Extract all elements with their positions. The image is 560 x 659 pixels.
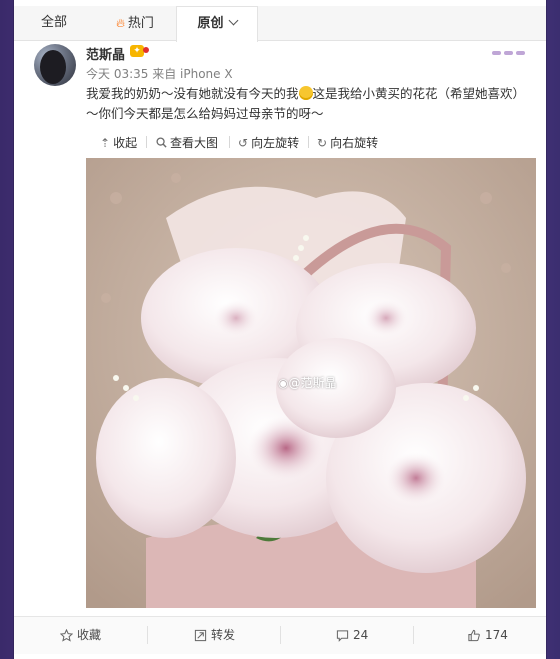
- thumbs-up-icon: [468, 629, 480, 642]
- filter-tabs: 全部 🔥︎ 热门 原创: [14, 6, 546, 42]
- like-button[interactable]: 174: [467, 617, 508, 654]
- repost-button[interactable]: 转发: [194, 617, 235, 654]
- collapse-arrow-icon: ⇡: [100, 136, 111, 150]
- post-meta: 今天 03:35 来自 iPhone X: [86, 67, 233, 81]
- tab-all[interactable]: 全部: [26, 6, 82, 40]
- tab-hot[interactable]: 🔥︎ 热门: [100, 6, 170, 40]
- star-icon: [60, 629, 73, 642]
- weibo-feed-card: 全部 🔥︎ 热门 原创 范斯晶 ✦ 今天 03:35 来自 iPhone X 我爱…: [14, 0, 546, 659]
- comment-icon: [336, 630, 349, 642]
- magnify-icon: [156, 137, 167, 148]
- rotate-right-button[interactable]: ↻ 向右旋转: [317, 134, 378, 151]
- repost-icon: [194, 629, 207, 642]
- comment-button[interactable]: 24: [336, 617, 368, 654]
- post-actions: 收藏 转发 24 174: [14, 616, 546, 654]
- rotate-left-button[interactable]: ↺ 向左旋转: [238, 134, 299, 151]
- tab-original[interactable]: 原创: [176, 6, 258, 42]
- fire-icon: 🔥︎: [116, 16, 125, 30]
- rotate-right-icon: ↻: [317, 136, 328, 150]
- member-dot-icon: [143, 47, 149, 53]
- vip-badge-icon: ✦: [130, 45, 144, 57]
- photo-watermark: ◉@范斯晶: [278, 376, 337, 390]
- username[interactable]: 范斯晶: [86, 44, 125, 63]
- rotate-left-icon: ↺: [238, 136, 249, 150]
- favorite-button[interactable]: 收藏: [60, 617, 101, 654]
- collapse-button[interactable]: ⇡ 收起: [100, 134, 137, 151]
- post-text: 我爱我的奶奶～没有她就没有今天的我 这是我给小黄买的花花（希望她喜欢）～你们今天都…: [86, 86, 526, 121]
- weibo-watermark-icon: ◉: [278, 376, 289, 390]
- chevron-down-icon: [228, 15, 238, 26]
- emoji-icon: [298, 86, 313, 100]
- view-large-button[interactable]: 查看大图: [156, 134, 218, 151]
- post-photo[interactable]: ◉@范斯晶: [86, 158, 536, 608]
- decoration: [492, 40, 536, 55]
- avatar[interactable]: [34, 44, 76, 86]
